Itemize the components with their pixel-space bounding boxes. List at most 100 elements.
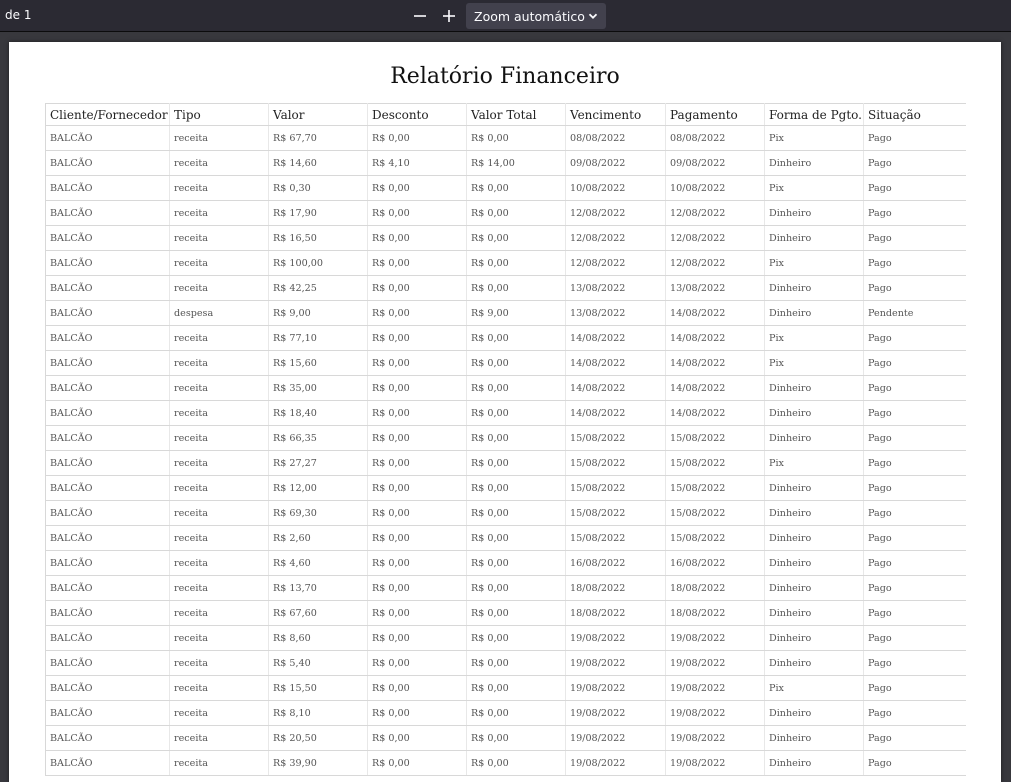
cell-payment-date: 19/08/2022	[665, 625, 765, 651]
cell-status: Pago	[863, 575, 966, 601]
column-header-value: Valor	[268, 103, 368, 126]
cell-payment-method: Dinheiro	[764, 375, 864, 401]
cell-payment-method: Pix	[764, 175, 864, 201]
cell-due-date: 18/08/2022	[565, 575, 666, 601]
cell-value: R$ 35,00	[268, 375, 368, 401]
cell-status: Pago	[863, 350, 966, 376]
cell-due-date: 13/08/2022	[565, 300, 666, 326]
pdf-page: Relatório Financeiro Cliente/Fornecedor T…	[9, 42, 1001, 782]
cell-client-supplier: BALCÃO	[45, 250, 170, 276]
cell-discount: R$ 0,00	[367, 500, 467, 526]
cell-discount: R$ 0,00	[367, 475, 467, 501]
cell-payment-date: 12/08/2022	[665, 200, 765, 226]
cell-value: R$ 15,60	[268, 350, 368, 376]
cell-due-date: 14/08/2022	[565, 350, 666, 376]
cell-due-date: 19/08/2022	[565, 650, 666, 676]
cell-total-value: R$ 0,00	[466, 750, 566, 776]
cell-type: receita	[169, 200, 269, 226]
cell-value: R$ 17,90	[268, 200, 368, 226]
table-row: BALCÃO receita R$ 15,50 R$ 0,00 R$ 0,00 19/08…	[45, 675, 966, 701]
column-header-payment-method: Forma de Pgto.	[764, 103, 864, 126]
cell-due-date: 19/08/2022	[565, 625, 666, 651]
table-row: BALCÃO receita R$ 35,00 R$ 0,00 R$ 0,00 14/08…	[45, 375, 966, 401]
cell-total-value: R$ 0,00	[466, 550, 566, 576]
cell-total-value: R$ 0,00	[466, 125, 566, 151]
cell-payment-date: 14/08/2022	[665, 375, 765, 401]
zoom-in-button[interactable]	[437, 4, 461, 28]
cell-due-date: 15/08/2022	[565, 500, 666, 526]
table-row: BALCÃO receita R$ 66,35 R$ 0,00 R$ 0,00 15/08…	[45, 425, 966, 451]
zoom-out-button[interactable]	[408, 4, 432, 28]
cell-value: R$ 100,00	[268, 250, 368, 276]
column-header-total-value: Valor Total	[466, 103, 566, 126]
table-row: BALCÃO receita R$ 8,10 R$ 0,00 R$ 0,00 19/08/…	[45, 700, 966, 726]
table-row: BALCÃO receita R$ 17,90 R$ 0,00 R$ 0,00 12/08…	[45, 200, 966, 226]
cell-status: Pago	[863, 650, 966, 676]
cell-payment-date: 15/08/2022	[665, 525, 765, 551]
cell-payment-method: Pix	[764, 325, 864, 351]
cell-status: Pago	[863, 550, 966, 576]
cell-due-date: 19/08/2022	[565, 675, 666, 701]
cell-value: R$ 12,00	[268, 475, 368, 501]
table-row: BALCÃO receita R$ 15,60 R$ 0,00 R$ 0,00 14/08…	[45, 350, 966, 376]
cell-client-supplier: BALCÃO	[45, 325, 170, 351]
cell-type: receita	[169, 275, 269, 301]
cell-payment-method: Dinheiro	[764, 475, 864, 501]
cell-client-supplier: BALCÃO	[45, 225, 170, 251]
cell-payment-method: Dinheiro	[764, 225, 864, 251]
cell-value: R$ 14,60	[268, 150, 368, 176]
table-row: BALCÃO receita R$ 39,90 R$ 0,00 R$ 0,00 19/08…	[45, 750, 966, 776]
cell-value: R$ 2,60	[268, 525, 368, 551]
cell-discount: R$ 0,00	[367, 450, 467, 476]
cell-total-value: R$ 0,00	[466, 625, 566, 651]
table-header-row: Cliente/Fornecedor Tipo Valor Desconto Valor…	[45, 103, 966, 126]
cell-type: receita	[169, 150, 269, 176]
cell-type: receita	[169, 650, 269, 676]
table-row: BALCÃO receita R$ 8,60 R$ 0,00 R$ 0,00 19/08/…	[45, 625, 966, 651]
cell-payment-date: 19/08/2022	[665, 725, 765, 751]
cell-discount: R$ 0,00	[367, 325, 467, 351]
cell-payment-date: 15/08/2022	[665, 425, 765, 451]
zoom-select[interactable]: Zoom automático	[466, 3, 606, 29]
cell-discount: R$ 0,00	[367, 650, 467, 676]
cell-type: receita	[169, 725, 269, 751]
cell-discount: R$ 0,00	[367, 200, 467, 226]
cell-type: receita	[169, 475, 269, 501]
cell-client-supplier: BALCÃO	[45, 675, 170, 701]
cell-type: receita	[169, 500, 269, 526]
cell-status: Pago	[863, 250, 966, 276]
cell-payment-date: 08/08/2022	[665, 125, 765, 151]
cell-type: receita	[169, 550, 269, 576]
cell-status: Pago	[863, 475, 966, 501]
cell-type: receita	[169, 325, 269, 351]
cell-payment-method: Pix	[764, 350, 864, 376]
cell-client-supplier: BALCÃO	[45, 475, 170, 501]
cell-type: receita	[169, 700, 269, 726]
cell-discount: R$ 0,00	[367, 675, 467, 701]
cell-discount: R$ 0,00	[367, 625, 467, 651]
cell-payment-date: 16/08/2022	[665, 550, 765, 576]
cell-due-date: 12/08/2022	[565, 250, 666, 276]
cell-payment-date: 18/08/2022	[665, 600, 765, 626]
chevron-down-icon	[588, 11, 598, 21]
table-row: BALCÃO receita R$ 0,30 R$ 0,00 R$ 0,00 10/08/…	[45, 175, 966, 201]
cell-client-supplier: BALCÃO	[45, 125, 170, 151]
column-header-client-supplier: Cliente/Fornecedor	[45, 103, 170, 126]
column-header-due-date: Vencimento	[565, 103, 666, 126]
cell-total-value: R$ 14,00	[466, 150, 566, 176]
table-row: BALCÃO receita R$ 13,70 R$ 0,00 R$ 0,00 18/08…	[45, 575, 966, 601]
cell-type: receita	[169, 225, 269, 251]
cell-client-supplier: BALCÃO	[45, 550, 170, 576]
cell-type: receita	[169, 525, 269, 551]
cell-due-date: 15/08/2022	[565, 475, 666, 501]
cell-total-value: R$ 0,00	[466, 475, 566, 501]
cell-value: R$ 18,40	[268, 400, 368, 426]
cell-payment-method: Pix	[764, 450, 864, 476]
cell-client-supplier: BALCÃO	[45, 300, 170, 326]
cell-discount: R$ 0,00	[367, 125, 467, 151]
cell-value: R$ 67,60	[268, 600, 368, 626]
cell-client-supplier: BALCÃO	[45, 525, 170, 551]
zoom-select-value: Zoom automático	[474, 8, 585, 24]
cell-client-supplier: BALCÃO	[45, 400, 170, 426]
cell-type: receita	[169, 750, 269, 776]
